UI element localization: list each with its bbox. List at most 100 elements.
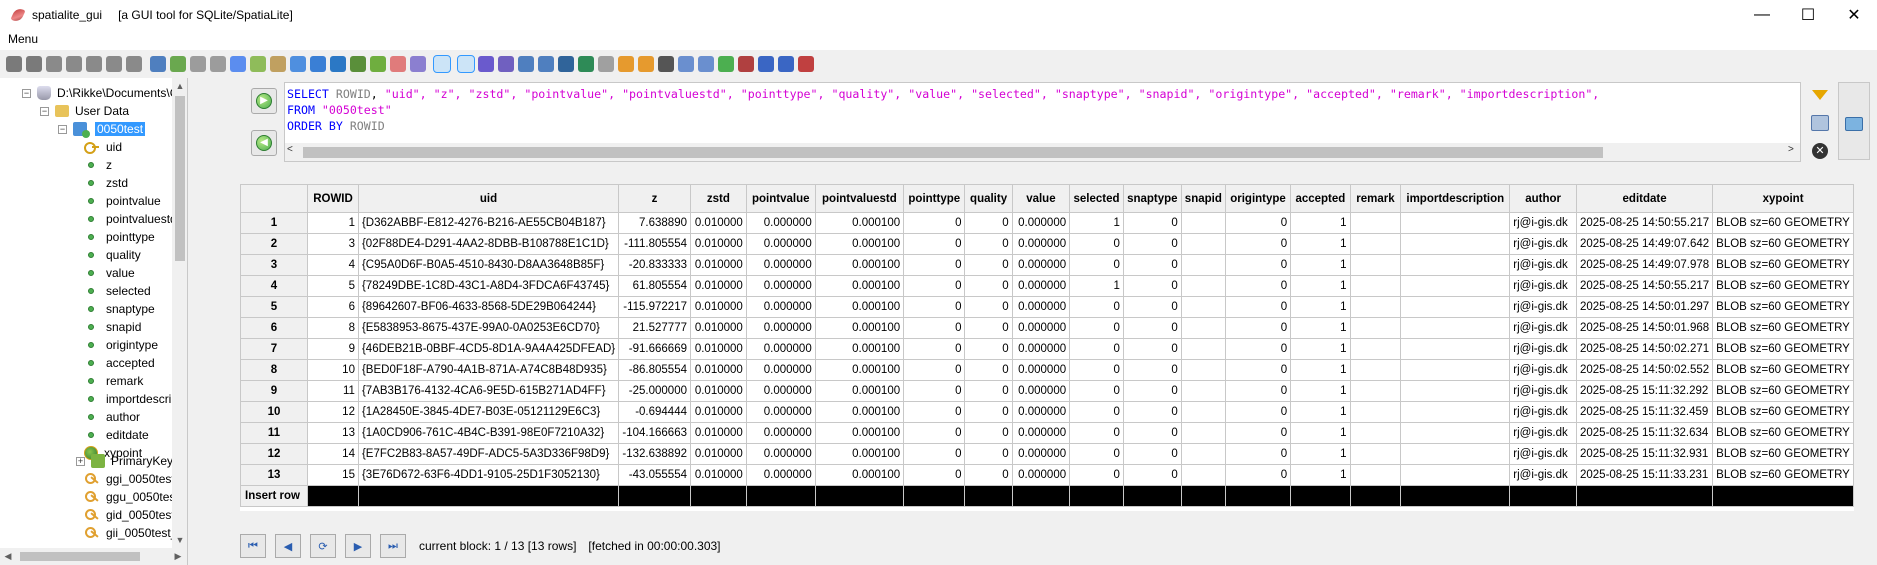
table-cell[interactable]: rj@i-gis.dk <box>1509 317 1577 339</box>
table-cell[interactable]: 0 <box>964 422 1013 444</box>
table-cell[interactable]: 0.000000 <box>1011 422 1071 444</box>
table-cell[interactable] <box>1180 401 1226 423</box>
table-cell[interactable]: 0 <box>1069 317 1124 339</box>
tree-column-remark[interactable]: remark <box>84 372 143 390</box>
table-cell[interactable]: 1 <box>1290 233 1351 255</box>
table-cell[interactable]: 0.000000 <box>745 401 816 423</box>
table-cell[interactable]: {1A0CD906-761C-4B4C-B391-98E0F7210A32} <box>357 422 620 444</box>
column-header[interactable]: pointtype <box>903 184 966 213</box>
table-cell[interactable]: 2025-08-25 14:50:02.552 <box>1575 359 1714 381</box>
table-cell[interactable]: 0.000000 <box>1011 338 1071 360</box>
table-cell[interactable] <box>1400 254 1511 276</box>
table-row[interactable]: 3 4 {C95A0D6F-B0A5-4510-8430-D8AA3648B85F}… <box>239 254 1854 276</box>
table-cell[interactable]: 0 <box>1069 380 1124 402</box>
table-cell[interactable]: {78249DBE-1C8D-43C1-A8D4-3FDCA6F43745} <box>357 275 620 297</box>
table-cell[interactable] <box>1400 317 1511 339</box>
table-cell[interactable]: 0.000100 <box>814 317 905 339</box>
xml-icon[interactable] <box>558 56 574 72</box>
table-cell[interactable]: 2025-08-25 14:49:07.642 <box>1575 233 1714 255</box>
tree-column-quality[interactable]: quality <box>84 246 141 264</box>
table-cell[interactable]: 0.000100 <box>814 338 905 360</box>
table-cell[interactable]: 0 <box>1224 275 1292 297</box>
insert-cell[interactable] <box>964 485 1013 507</box>
scroll-left-icon[interactable]: < <box>287 144 293 155</box>
table-cell[interactable]: rj@i-gis.dk <box>1509 338 1577 360</box>
column-header[interactable]: origintype <box>1224 184 1292 213</box>
table-cell[interactable]: 0 <box>1224 254 1292 276</box>
table-cell[interactable]: 0.000100 <box>814 380 905 402</box>
next-block-button[interactable]: ▶ <box>345 534 371 558</box>
execute-sql-button[interactable]: ▶ <box>251 88 277 114</box>
table-cell[interactable]: 0.010000 <box>690 296 747 318</box>
insert-cell[interactable] <box>745 485 816 507</box>
table-row[interactable]: 5 6 {89642607-BF06-4633-8568-5DE29B064244}… <box>239 296 1854 318</box>
table-cell[interactable] <box>1349 422 1402 444</box>
list-icon[interactable] <box>658 56 674 72</box>
table-cell[interactable]: 0.000100 <box>814 422 905 444</box>
table-row[interactable]: 6 8 {E5838953-8675-437E-99A0-0A0253E6CD70}… <box>239 317 1854 339</box>
globe-icon[interactable] <box>410 56 426 72</box>
table-cell[interactable]: 0 <box>964 296 1013 318</box>
import-icon[interactable] <box>618 56 634 72</box>
table-cell[interactable]: 0.000000 <box>745 338 816 360</box>
table-cell[interactable]: {E7FC2B83-8A57-49DF-ADC5-5A3D336F98D9} <box>357 443 620 465</box>
table-cell[interactable]: 0 <box>903 380 966 402</box>
table-cell[interactable]: 2025-08-25 15:11:32.931 <box>1575 443 1714 465</box>
column-header[interactable]: value <box>1011 184 1071 213</box>
table-cell[interactable] <box>1180 422 1226 444</box>
column-header[interactable]: accepted <box>1290 184 1351 213</box>
table-cell[interactable]: -91.666669 <box>618 338 691 360</box>
column-header[interactable]: importdescription <box>1400 184 1511 213</box>
connect-icon[interactable] <box>6 56 22 72</box>
table-cell[interactable]: 2025-08-25 14:50:55.217 <box>1575 212 1714 234</box>
row-header[interactable]: 10 <box>239 401 309 423</box>
table-cell[interactable]: 0.010000 <box>690 254 747 276</box>
table-cell[interactable]: BLOB sz=60 GEOMETRY <box>1712 401 1854 423</box>
table-cell[interactable]: 0 <box>1069 296 1124 318</box>
table-cell[interactable]: 0 <box>1069 254 1124 276</box>
table-cell[interactable]: 1 <box>1290 401 1351 423</box>
about-icon[interactable] <box>778 56 794 72</box>
table-cell[interactable] <box>1180 359 1226 381</box>
table-cell[interactable] <box>1349 464 1402 486</box>
table-cell[interactable] <box>1400 338 1511 360</box>
table-cell[interactable]: 0.010000 <box>690 359 747 381</box>
table-cell[interactable]: 0 <box>1224 338 1292 360</box>
globe-2-icon[interactable] <box>433 55 451 73</box>
table-cell[interactable]: 0.000000 <box>745 233 816 255</box>
table-cell[interactable]: 0 <box>1224 296 1292 318</box>
export-db-icon[interactable] <box>106 56 122 72</box>
table-cell[interactable]: 1 <box>1290 359 1351 381</box>
table-cell[interactable]: BLOB sz=60 GEOMETRY <box>1712 422 1854 444</box>
table-cell[interactable]: 1 <box>1069 212 1124 234</box>
column-header[interactable]: editdate <box>1575 184 1714 213</box>
table-cell[interactable]: 13 <box>307 422 359 444</box>
table-cell[interactable]: 0.000000 <box>745 443 816 465</box>
table-cell[interactable]: 0.010000 <box>690 464 747 486</box>
tree-node-db[interactable]: − D:\Rikke\Documents\GS3D_I <box>22 84 187 102</box>
table-cell[interactable]: 0.000000 <box>745 254 816 276</box>
table-cell[interactable] <box>1180 464 1226 486</box>
table-cell[interactable]: 0 <box>1122 338 1182 360</box>
table-cell[interactable]: 2025-08-25 14:50:02.271 <box>1575 338 1714 360</box>
exit-icon[interactable] <box>798 56 814 72</box>
table-cell[interactable] <box>1400 464 1511 486</box>
column-header[interactable]: pointvaluestd <box>814 184 905 213</box>
table-cell[interactable]: 12 <box>307 401 359 423</box>
table-cell[interactable]: 0.000000 <box>1011 464 1071 486</box>
corner-header[interactable] <box>239 184 309 213</box>
row-header[interactable]: 11 <box>239 422 309 444</box>
table-cell[interactable]: rj@i-gis.dk <box>1509 212 1577 234</box>
load-xl-icon[interactable] <box>230 56 246 72</box>
history-back-button[interactable]: ◀ <box>251 130 277 156</box>
table-cell[interactable]: 0.000000 <box>745 317 816 339</box>
refresh-button[interactable]: ⟳ <box>310 534 336 558</box>
table-cell[interactable]: 0 <box>964 254 1013 276</box>
table-cell[interactable]: 0.000000 <box>745 212 816 234</box>
table-cell[interactable]: 1 <box>1290 296 1351 318</box>
table-cell[interactable]: BLOB sz=60 GEOMETRY <box>1712 296 1854 318</box>
row-header[interactable]: 12 <box>239 443 309 465</box>
tree-column-editdate[interactable]: editdate <box>84 426 149 444</box>
scroll-thumb[interactable] <box>303 147 1603 158</box>
table-cell[interactable]: 0 <box>903 443 966 465</box>
